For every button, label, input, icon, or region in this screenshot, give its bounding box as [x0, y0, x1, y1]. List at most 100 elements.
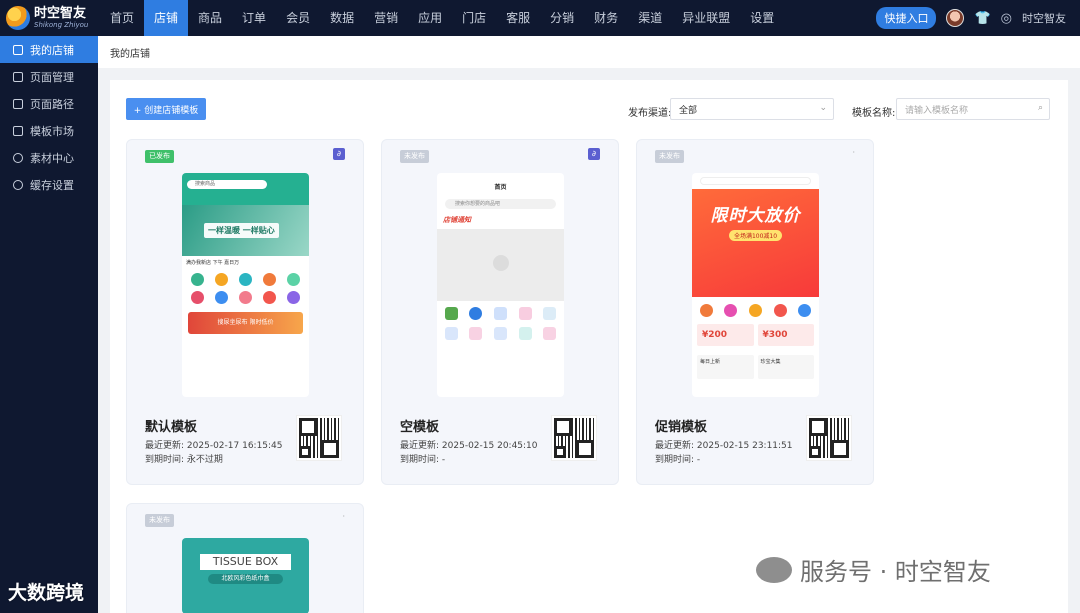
link-icon[interactable]: ∂: [588, 148, 600, 160]
preview-box: 每日上新: [697, 355, 754, 379]
template-card-tissue[interactable]: 未发布 · TISSUE BOX 北欧风彩色纸巾盒: [126, 503, 364, 613]
channel-select[interactable]: 全部 ⌄: [670, 98, 834, 120]
gear-icon: [13, 179, 23, 190]
preview-banner-title: 限时大放价: [710, 206, 801, 226]
qr-code[interactable]: [551, 415, 597, 461]
sidebar-item-page-path[interactable]: 页面路径: [0, 90, 98, 117]
watermark-left: 大数跨境: [8, 578, 84, 605]
updated-value: 2025-02-15 23:11:51: [696, 441, 793, 451]
nav-alliance[interactable]: 异业联盟: [672, 0, 740, 36]
preview-coupon: ¥300: [757, 324, 814, 346]
nav-marketing[interactable]: 营销: [364, 0, 408, 36]
nav-apps[interactable]: 应用: [408, 0, 452, 36]
sidebar-item-cache[interactable]: 缓存设置: [0, 171, 98, 198]
path-icon: [13, 98, 23, 109]
expires-label: 到期时间:: [145, 455, 185, 465]
qr-code[interactable]: [806, 415, 852, 461]
preview-coupon: ¥200: [697, 324, 754, 346]
page-icon: [13, 71, 23, 82]
nav-stores[interactable]: 门店: [452, 0, 496, 36]
preview-search: [700, 177, 811, 185]
sidebar-item-label: 模板市场: [30, 124, 74, 138]
preview-icon-grid: [437, 301, 564, 346]
template-preview: 首页 搜索你想要的商品吧 店铺通知: [437, 173, 564, 397]
link-icon[interactable]: ∂: [333, 148, 345, 160]
more-icon[interactable]: ·: [852, 148, 855, 157]
template-card-default[interactable]: 已发布 ∂ 搜索商品 一样温暖 一样贴心 满办我新店 下午 嘉日万 搜尿坐尿布 …: [126, 139, 364, 485]
updated-label: 最近更新:: [655, 441, 695, 451]
card-title: 促销模板: [655, 420, 708, 435]
more-icon[interactable]: ·: [342, 512, 345, 521]
sidebar-item-label: 素材中心: [30, 151, 74, 165]
status-badge: 未发布: [655, 150, 684, 163]
store-icon: [13, 44, 23, 55]
nav-distribution[interactable]: 分销: [540, 0, 584, 36]
sidebar: 我的店铺 页面管理 页面路径 模板市场 素材中心 缓存设置: [0, 36, 98, 613]
material-icon: [13, 152, 23, 163]
channel-label: 发布渠道:: [628, 108, 672, 119]
watermark-right-text: 服务号 · 时空智友: [800, 558, 991, 586]
breadcrumb-current: 我的店铺: [110, 48, 150, 60]
preview-icon-grid: [182, 269, 309, 308]
nav-channels[interactable]: 渠道: [628, 0, 672, 36]
preview-search: 搜索你想要的商品吧: [445, 199, 556, 209]
preview-icon-row: [692, 297, 819, 321]
template-card-empty[interactable]: 未发布 ∂ 首页 搜索你想要的商品吧 店铺通知 空模板 最近更新: 2025-0…: [381, 139, 619, 485]
expires-value: 永不过期: [186, 455, 223, 465]
status-badge: 已发布: [145, 150, 174, 163]
sidebar-item-page-manage[interactable]: 页面管理: [0, 63, 98, 90]
sidebar-item-label: 缓存设置: [30, 178, 74, 192]
main-nav: 首页 店铺 商品 订单 会员 数据 营销 应用 门店 客服 分销 财务 渠道 异…: [100, 0, 784, 36]
chevron-down-icon: ⌄: [819, 103, 827, 113]
template-market-icon: [13, 125, 23, 136]
updated-value: 2025-02-17 16:15:45: [186, 441, 283, 451]
updated-value: 2025-02-15 20:45:10: [441, 441, 538, 451]
preview-brand: 店铺通知: [443, 216, 471, 224]
expires-label: 到期时间:: [655, 455, 695, 465]
preview-box: 珍宝大集: [757, 355, 814, 379]
nav-store[interactable]: 店铺: [144, 0, 189, 36]
nav-service[interactable]: 客服: [496, 0, 540, 36]
expires-value: -: [696, 455, 701, 465]
preview-page-title: 首页: [494, 184, 507, 191]
logo-mark-icon: [6, 6, 30, 30]
template-name-placeholder: 请输入模板名称: [905, 105, 969, 116]
template-name-input[interactable]: 请输入模板名称 ⌕: [896, 98, 1050, 120]
card-title: 默认模板: [145, 420, 198, 435]
preview-banner-sub: 全场满100减10: [728, 230, 783, 241]
quick-entry-button[interactable]: 快捷入口: [876, 7, 937, 29]
nav-home[interactable]: 首页: [100, 0, 144, 36]
nav-products[interactable]: 商品: [188, 0, 232, 36]
nav-settings[interactable]: 设置: [740, 0, 784, 36]
nav-finance[interactable]: 财务: [584, 0, 628, 36]
preview-footer: 搜尿坐尿布 限时低价: [188, 312, 303, 334]
preview-notice: 满办我新店 下午 嘉日万: [186, 260, 240, 266]
sidebar-item-label: 页面路径: [30, 97, 74, 111]
logo[interactable]: 时空智友 Shikong Zhiyou: [0, 0, 100, 36]
shirt-icon[interactable]: 👕: [974, 11, 990, 26]
expires-label: 到期时间:: [400, 455, 440, 465]
user-circle-icon[interactable]: ◎: [1001, 11, 1012, 26]
sidebar-item-material[interactable]: 素材中心: [0, 144, 98, 171]
nav-orders[interactable]: 订单: [232, 0, 276, 36]
template-preview: TISSUE BOX 北欧风彩色纸巾盒: [182, 538, 309, 613]
sidebar-item-my-store[interactable]: 我的店铺: [0, 36, 98, 63]
user-name[interactable]: 时空智友: [1022, 10, 1066, 26]
preview-title: TISSUE BOX: [200, 554, 291, 570]
avatar[interactable]: [946, 9, 965, 27]
create-template-button[interactable]: + 创建店铺模板: [126, 98, 206, 120]
sidebar-item-template-market[interactable]: 模板市场: [0, 117, 98, 144]
logo-subtext: Shikong Zhiyou: [34, 21, 89, 29]
preview-banner: 一样温暖 一样贴心: [204, 223, 279, 238]
qr-code[interactable]: [296, 415, 342, 461]
wechat-icon: [756, 556, 792, 583]
channel-select-value: 全部: [679, 105, 698, 116]
search-icon: ⌕: [1037, 103, 1043, 113]
nav-data[interactable]: 数据: [320, 0, 364, 36]
breadcrumb: 我的店铺: [98, 36, 1080, 68]
preview-sub: 北欧风彩色纸巾盒: [208, 574, 283, 584]
watermark-right: 服务号 · 时空智友: [756, 552, 991, 587]
nav-members[interactable]: 会员: [276, 0, 320, 36]
template-card-promo[interactable]: 未发布 · 限时大放价 全场满100减10 ¥200 ¥300 每日上新 珍宝大…: [636, 139, 874, 485]
card-title: 空模板: [400, 420, 440, 435]
